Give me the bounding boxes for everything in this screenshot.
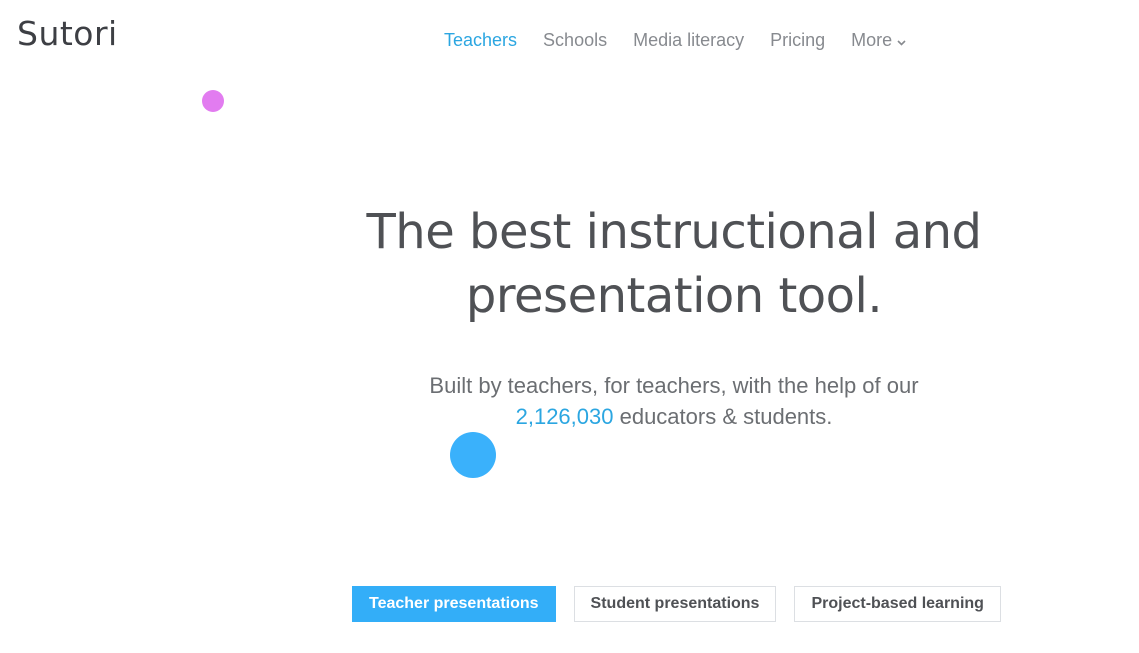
hero-title-line-1: The best instructional and (366, 204, 982, 260)
nav-more-label: More (851, 30, 893, 50)
tab-student-presentations[interactable]: Student presentations (573, 586, 777, 622)
page: Sutori Teachers Schools Media literacy P… (0, 0, 1139, 653)
hero-title: The best instructional and presentation … (300, 200, 1048, 328)
hero-subtitle-line-2: educators & students. (613, 404, 833, 429)
user-count: 2,126,030 (515, 404, 614, 429)
hero-subtitle-line-1: Built by teachers, for teachers, with th… (429, 373, 919, 398)
tab-teacher-presentations[interactable]: Teacher presentations (352, 586, 556, 622)
hero-title-line-2: presentation tool. (465, 268, 883, 324)
sutori-logo[interactable]: Sutori (17, 14, 118, 54)
hero-subtitle: Built by teachers, for teachers, with th… (330, 370, 1018, 432)
chevron-down-icon (897, 28, 906, 52)
nav-item-schools[interactable]: Schools (543, 28, 607, 52)
nav-item-pricing[interactable]: Pricing (770, 28, 825, 52)
nav-item-teachers[interactable]: Teachers (444, 28, 517, 52)
decorative-pink-dot (202, 90, 224, 112)
main-nav: Teachers Schools Media literacy Pricing … (444, 28, 906, 52)
use-case-tabs: Teacher presentations Student presentati… (352, 586, 1019, 622)
nav-item-media-literacy[interactable]: Media literacy (633, 28, 744, 52)
nav-item-more[interactable]: More (851, 28, 906, 52)
tab-project-based-learning[interactable]: Project-based learning (794, 586, 1001, 622)
decorative-blue-dot (450, 432, 496, 478)
